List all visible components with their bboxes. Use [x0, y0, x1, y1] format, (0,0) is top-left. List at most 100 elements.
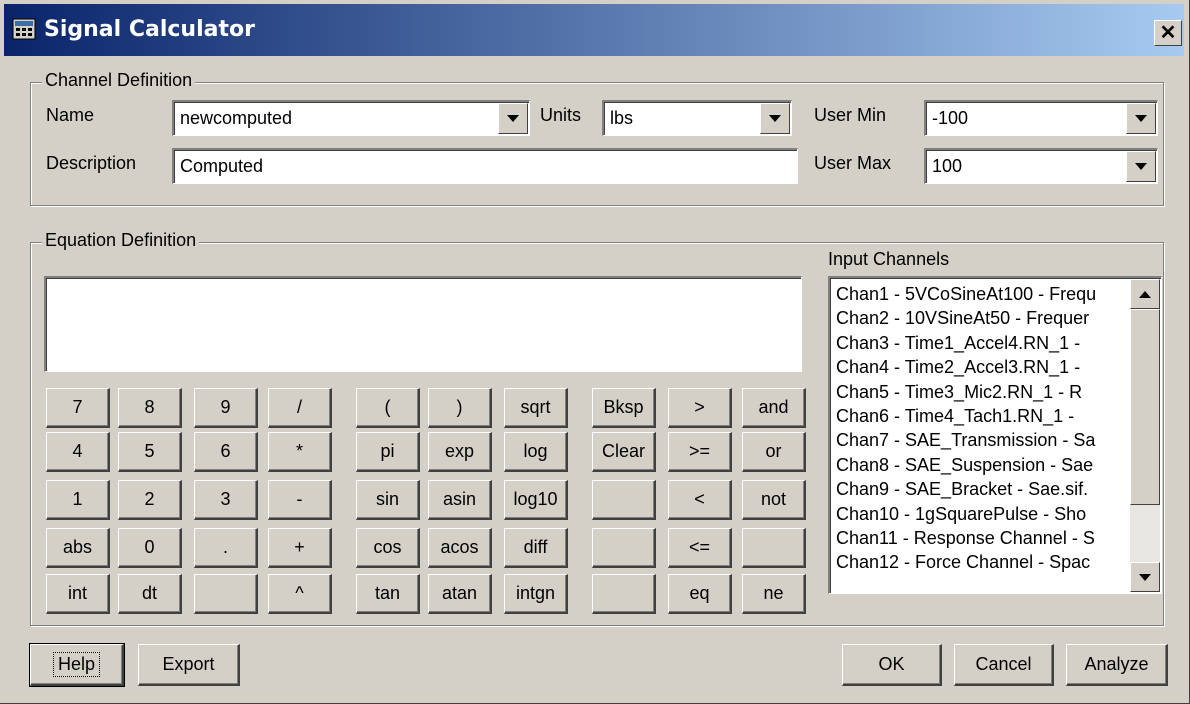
scroll-up-button[interactable]	[1130, 279, 1160, 309]
scroll-down-button[interactable]	[1130, 562, 1160, 592]
keypad-button[interactable]: <=	[668, 528, 732, 568]
list-item[interactable]: Chan8 - SAE_Suspension - Sae	[836, 453, 1126, 477]
keypad-button[interactable]: log	[504, 432, 568, 472]
keypad-button[interactable]: sqrt	[504, 388, 568, 428]
keypad-button[interactable]: *	[268, 432, 332, 472]
name-dropdown-button[interactable]	[498, 103, 528, 134]
signal-calculator-dialog: Signal Calculator ✕ Channel Definition N…	[0, 0, 1190, 704]
user-min-value: -100	[932, 108, 969, 128]
keypad-button[interactable]: >	[668, 388, 732, 428]
help-button[interactable]: Help	[29, 643, 125, 687]
title-bar[interactable]: Signal Calculator ✕	[4, 4, 1184, 56]
keypad-button[interactable]: +	[268, 528, 332, 568]
keypad-button[interactable]: /	[268, 388, 332, 428]
list-item[interactable]: Chan10 - 1gSquarePulse - Sho	[836, 502, 1126, 526]
ok-label: OK	[878, 654, 905, 674]
ok-button[interactable]: OK	[842, 644, 942, 686]
equation-input[interactable]	[44, 276, 802, 372]
keypad-button[interactable]: eq	[668, 574, 732, 614]
keypad-button[interactable]: and	[742, 388, 806, 428]
keypad-button[interactable]: intgn	[504, 574, 568, 614]
keypad-button[interactable]: abs	[46, 528, 110, 568]
input-channels-label: Input Channels	[828, 249, 950, 269]
keypad-button[interactable]: diff	[504, 528, 568, 568]
keypad-button[interactable]: >=	[668, 432, 732, 472]
analyze-button[interactable]: Analyze	[1066, 644, 1168, 686]
keypad-button[interactable]: acos	[428, 528, 492, 568]
name-combobox[interactable]: newcomputed	[172, 100, 530, 136]
user-max-dropdown-button[interactable]	[1126, 151, 1156, 182]
keypad-button[interactable]	[592, 528, 656, 568]
keypad-button[interactable]: exp	[428, 432, 492, 472]
keypad-button[interactable]: 8	[118, 388, 182, 428]
input-channels-scrollbar[interactable]	[1130, 279, 1160, 592]
list-item[interactable]: Chan9 - SAE_Bracket - Sae.sif.	[836, 477, 1126, 501]
keypad-button[interactable]: 9	[194, 388, 258, 428]
keypad-button[interactable]: ^	[268, 574, 332, 614]
keypad-button[interactable]: ne	[742, 574, 806, 614]
keypad-button[interactable]: tan	[356, 574, 420, 614]
keypad-button[interactable]: sin	[356, 480, 420, 520]
close-icon[interactable]: ✕	[1154, 20, 1182, 46]
keypad-button[interactable]: dt	[118, 574, 182, 614]
keypad-button[interactable]: 6	[194, 432, 258, 472]
keypad-button[interactable]	[742, 528, 806, 568]
keypad-button[interactable]: log10	[504, 480, 568, 520]
keypad-button[interactable]: 0	[118, 528, 182, 568]
user-min-dropdown-button[interactable]	[1126, 103, 1156, 134]
keypad-button[interactable]: int	[46, 574, 110, 614]
list-item[interactable]: Chan1 - 5VCoSineAt100 - Frequ	[836, 282, 1126, 306]
description-input[interactable]: Computed	[172, 148, 798, 184]
list-item[interactable]: Chan4 - Time2_Accel3.RN_1 -	[836, 355, 1126, 379]
keypad-button[interactable]: 2	[118, 480, 182, 520]
scroll-down-icon	[1139, 573, 1151, 581]
units-dropdown-button[interactable]	[760, 103, 790, 134]
keypad-button[interactable]: )	[428, 388, 492, 428]
keypad-button[interactable]: atan	[428, 574, 492, 614]
keypad-button[interactable]	[592, 574, 656, 614]
name-value: newcomputed	[180, 108, 293, 128]
keypad-button[interactable]: 5	[118, 432, 182, 472]
export-button[interactable]: Export	[138, 644, 240, 686]
keypad-button[interactable]: -	[268, 480, 332, 520]
keypad-button[interactable]: .	[194, 528, 258, 568]
cancel-button[interactable]: Cancel	[954, 644, 1054, 686]
keypad-button[interactable]: 7	[46, 388, 110, 428]
keypad-button[interactable]: 3	[194, 480, 258, 520]
user-max-combobox[interactable]: 100	[924, 148, 1158, 184]
keypad-button[interactable]: cos	[356, 528, 420, 568]
list-item[interactable]: Chan6 - Time4_Tach1.RN_1 -	[836, 404, 1126, 428]
units-value: lbs	[610, 108, 634, 128]
keypad-button[interactable]: 4	[46, 432, 110, 472]
keypad-button[interactable]: or	[742, 432, 806, 472]
list-item[interactable]: Chan12 - Force Channel - Spac	[836, 550, 1126, 574]
user-min-combobox[interactable]: -100	[924, 100, 1158, 136]
keypad-button[interactable]: Clear	[592, 432, 656, 472]
export-label: Export	[162, 654, 215, 674]
input-channels-list[interactable]: Chan1 - 5VCoSineAt100 - Frequ Chan2 - 10V…	[828, 276, 1162, 594]
user-max-value: 100	[932, 156, 963, 176]
keypad-button[interactable]: 1	[46, 480, 110, 520]
keypad-button[interactable]: Bksp	[592, 388, 656, 428]
keypad-button[interactable]	[592, 480, 656, 520]
channel-definition-legend: Channel Definition	[42, 70, 196, 90]
list-item[interactable]: Chan3 - Time1_Accel4.RN_1 -	[836, 331, 1126, 355]
user-min-label: User Min	[814, 105, 887, 125]
keypad-button[interactable]: asin	[428, 480, 492, 520]
scroll-thumb[interactable]	[1130, 309, 1160, 505]
description-label: Description	[46, 153, 137, 173]
keypad-button[interactable]: <	[668, 480, 732, 520]
list-item[interactable]: Chan7 - SAE_Transmission - Sa	[836, 428, 1126, 452]
calculator-app-icon	[12, 18, 36, 40]
equation-definition-legend: Equation Definition	[42, 230, 200, 250]
keypad-button[interactable]: not	[742, 480, 806, 520]
list-item[interactable]: Chan11 - Response Channel - S	[836, 526, 1126, 550]
help-label: Help	[52, 652, 101, 677]
list-item[interactable]: Chan5 - Time3_Mic2.RN_1 - R	[836, 380, 1126, 404]
window-title: Signal Calculator	[44, 17, 255, 42]
keypad-button[interactable]: pi	[356, 432, 420, 472]
units-combobox[interactable]: lbs	[602, 100, 792, 136]
keypad-button[interactable]: (	[356, 388, 420, 428]
keypad-button[interactable]	[194, 574, 258, 614]
list-item[interactable]: Chan2 - 10VSineAt50 - Frequer	[836, 306, 1126, 330]
